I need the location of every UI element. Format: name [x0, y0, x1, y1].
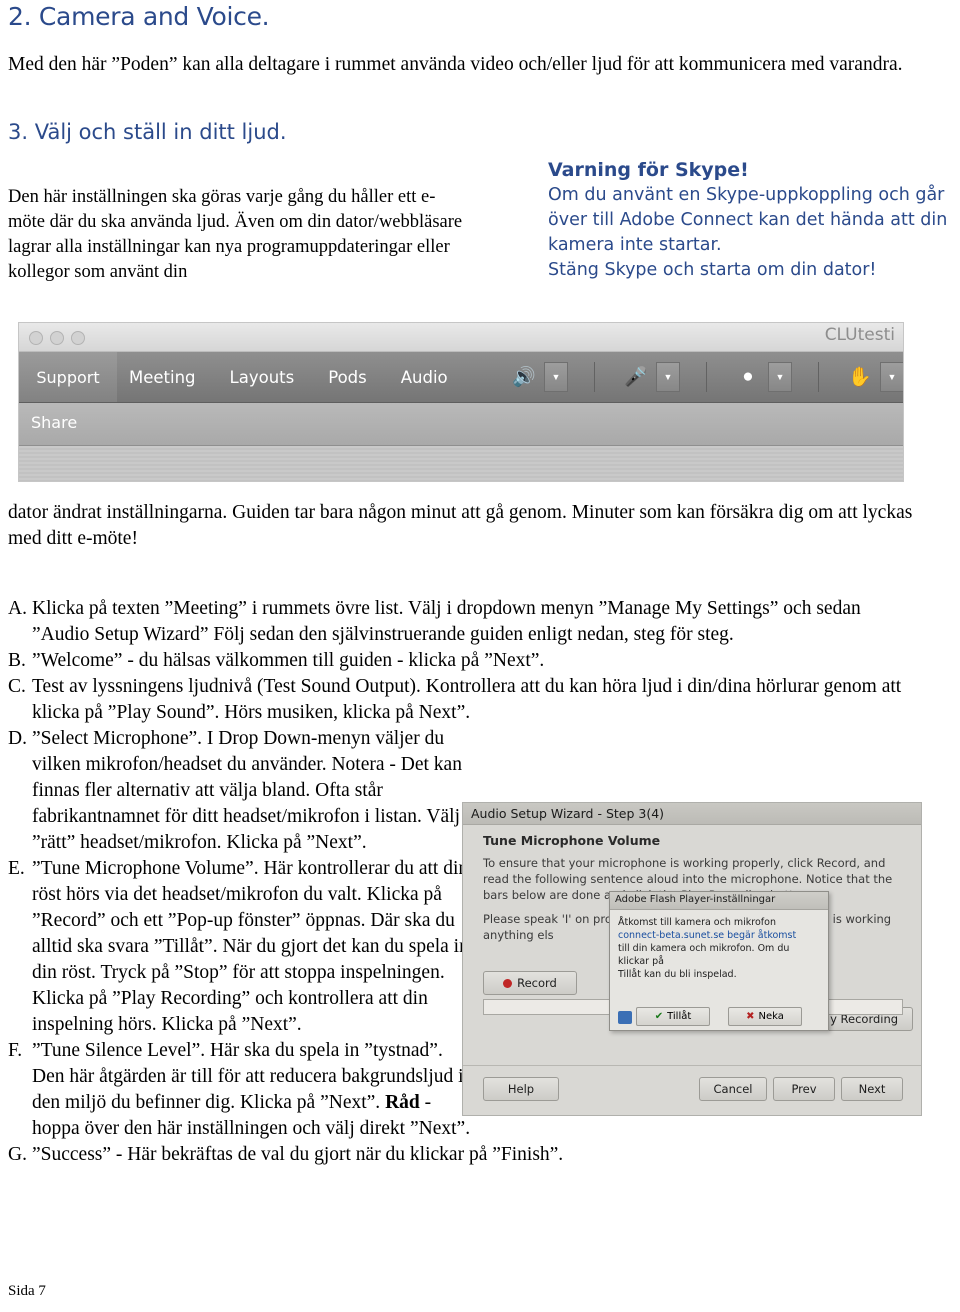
- chevron-down-icon[interactable]: ▼: [768, 362, 792, 392]
- microphone-tool[interactable]: 🎤 ▼: [621, 362, 680, 392]
- share-label: Share: [31, 413, 78, 432]
- deny-button-label: Neka: [758, 1011, 784, 1022]
- speaker-tool[interactable]: 🔊 ▼: [509, 362, 568, 392]
- popup-link[interactable]: connect-beta.sunet.se begär åtkomst: [618, 929, 820, 942]
- warning-line-1: Om du använt en Skype-uppkoppling och gå…: [548, 185, 948, 255]
- connect-menubar: Support Meeting Layouts Pods Audio 🔊 ▼ 🎤…: [19, 352, 903, 403]
- help-button-label: Help: [507, 1082, 535, 1096]
- menu-item-layouts[interactable]: Layouts: [230, 368, 295, 387]
- chevron-down-icon[interactable]: ▼: [880, 362, 903, 392]
- step-text: ”Select Microphone”. I Drop Down-menyn v…: [32, 728, 462, 853]
- deny-button[interactable]: ✖ Neka: [728, 1007, 802, 1026]
- close-icon[interactable]: [29, 331, 43, 345]
- divider: [818, 362, 819, 392]
- warning-line-2: Stäng Skype och starta om din dator!: [548, 260, 877, 280]
- allow-button[interactable]: ✔ Tillåt: [636, 1007, 710, 1026]
- divider: [706, 362, 707, 392]
- popup-line-1: Åtkomst till kamera och mikrofon: [618, 917, 776, 928]
- popup-line-2: till din kamera och mikrofon. Om du klic…: [618, 943, 790, 967]
- step-heading: 3. Välj och ställ in ditt ljud.: [8, 120, 287, 144]
- speaker-icon: 🔊: [512, 367, 536, 388]
- block-icon: ✖: [746, 1011, 755, 1022]
- person-icon: ●: [742, 366, 754, 387]
- left-column-text: Den här inställningen ska göras varje gå…: [8, 187, 463, 282]
- divider: [594, 362, 595, 392]
- list-item: B. ”Welcome” - du hälsas välkommen till …: [8, 648, 918, 674]
- record-icon: [503, 978, 513, 988]
- chevron-down-icon[interactable]: ▼: [656, 362, 680, 392]
- step-letter: F.: [8, 1040, 23, 1061]
- intro-paragraph: Med den här ”Poden” kan alla deltagare i…: [8, 54, 903, 75]
- step-text: Klicka på texten ”Meeting” i rummets övr…: [32, 598, 861, 645]
- allow-button-label: Tillåt: [667, 1011, 692, 1022]
- connect-titlebar: CLUtesti: [19, 323, 903, 352]
- flash-permission-popup: Adobe Flash Player-inställningar Åtkomst…: [609, 891, 829, 1031]
- prev-button-label: Prev: [791, 1082, 817, 1096]
- step-letter: D.: [8, 728, 27, 749]
- record-button[interactable]: Record: [483, 971, 577, 995]
- page-footer: Sida 7: [8, 1283, 46, 1299]
- maximize-icon[interactable]: [71, 331, 85, 345]
- raise-hand-tool[interactable]: ✋ ▼: [845, 362, 903, 392]
- step-letter: G.: [8, 1144, 27, 1165]
- support-tab[interactable]: Support: [19, 352, 117, 402]
- next-button[interactable]: Next: [841, 1077, 903, 1101]
- step-text: ”Tune Microphone Volume”. Här kontroller…: [32, 858, 469, 1035]
- menu-item-audio[interactable]: Audio: [401, 368, 448, 387]
- connect-stage-area: [19, 446, 903, 481]
- cancel-button[interactable]: Cancel: [699, 1077, 767, 1101]
- microphone-icon: 🎤: [624, 367, 648, 388]
- help-button[interactable]: Help: [483, 1077, 559, 1101]
- page-title: 2. Camera and Voice.: [8, 2, 270, 31]
- window-controls: [29, 331, 85, 345]
- step-letter: E.: [8, 858, 25, 879]
- list-item: C. Test av lyssningens ljudnivå (Test So…: [8, 674, 918, 726]
- cancel-button-label: Cancel: [713, 1082, 753, 1096]
- popup-buttons: ✔ Tillåt ✖ Neka: [610, 1007, 828, 1026]
- popup-line-3: Tillåt kan du bli inspelad.: [618, 969, 737, 980]
- divider: [463, 1065, 921, 1066]
- prev-button[interactable]: Prev: [773, 1077, 835, 1101]
- record-button-label: Record: [517, 976, 557, 990]
- wizard-subtitle: Tune Microphone Volume: [483, 833, 661, 848]
- step-letter: A.: [8, 598, 27, 619]
- menu-item-pods[interactable]: Pods: [328, 368, 367, 387]
- audio-setup-wizard-screenshot: Audio Setup Wizard - Step 3(4) Tune Micr…: [462, 802, 922, 1116]
- connect-toolbar: 🔊 ▼ 🎤 ▼ ● ▼ ✋ ▼: [509, 352, 903, 402]
- connect-window-label: CLUtesti: [824, 325, 895, 345]
- connect-menu-list: Meeting Layouts Pods Audio: [129, 352, 448, 402]
- adobe-connect-screenshot: CLUtesti Support Meeting Layouts Pods Au…: [18, 322, 904, 482]
- step-text: ”Welcome” - du hälsas välkommen till gui…: [32, 650, 545, 671]
- next-button-label: Next: [858, 1082, 886, 1096]
- step-text-bold: Råd: [385, 1092, 420, 1113]
- connect-sharebar: Share: [19, 403, 903, 446]
- paragraph-after-screenshot: dator ändrat inställningarna. Guiden tar…: [8, 502, 913, 549]
- step-text: Test av lyssningens ljudnivå (Test Sound…: [32, 676, 902, 723]
- camera-tool[interactable]: ● ▼: [733, 362, 792, 392]
- warning-title: Varning för Skype!: [548, 159, 749, 181]
- wizard-titlebar: Audio Setup Wizard - Step 3(4): [463, 803, 921, 825]
- document-page: 2. Camera and Voice. Med den här ”Poden”…: [0, 0, 960, 1312]
- step-text: ”Success” - Här bekräftas de val du gjor…: [32, 1144, 564, 1165]
- menu-item-meeting[interactable]: Meeting: [129, 368, 196, 387]
- check-icon: ✔: [654, 1011, 664, 1022]
- minimize-icon[interactable]: [50, 331, 64, 345]
- list-item: A. Klicka på texten ”Meeting” i rummets …: [8, 596, 918, 648]
- chevron-down-icon[interactable]: ▼: [544, 362, 568, 392]
- list-item: G. ”Success” - Här bekräftas de val du g…: [8, 1142, 918, 1168]
- step-text: ”Tune Silence Level”. Här ska du spela i…: [32, 1038, 480, 1142]
- skype-warning-box: Varning för Skype! Om du använt en Skype…: [548, 158, 948, 283]
- step-letter: C.: [8, 676, 26, 697]
- popup-title: Adobe Flash Player-inställningar: [610, 892, 828, 910]
- popup-body: Åtkomst till kamera och mikrofon connect…: [610, 910, 828, 987]
- step-letter: B.: [8, 650, 26, 671]
- raise-hand-icon: ✋: [848, 367, 872, 388]
